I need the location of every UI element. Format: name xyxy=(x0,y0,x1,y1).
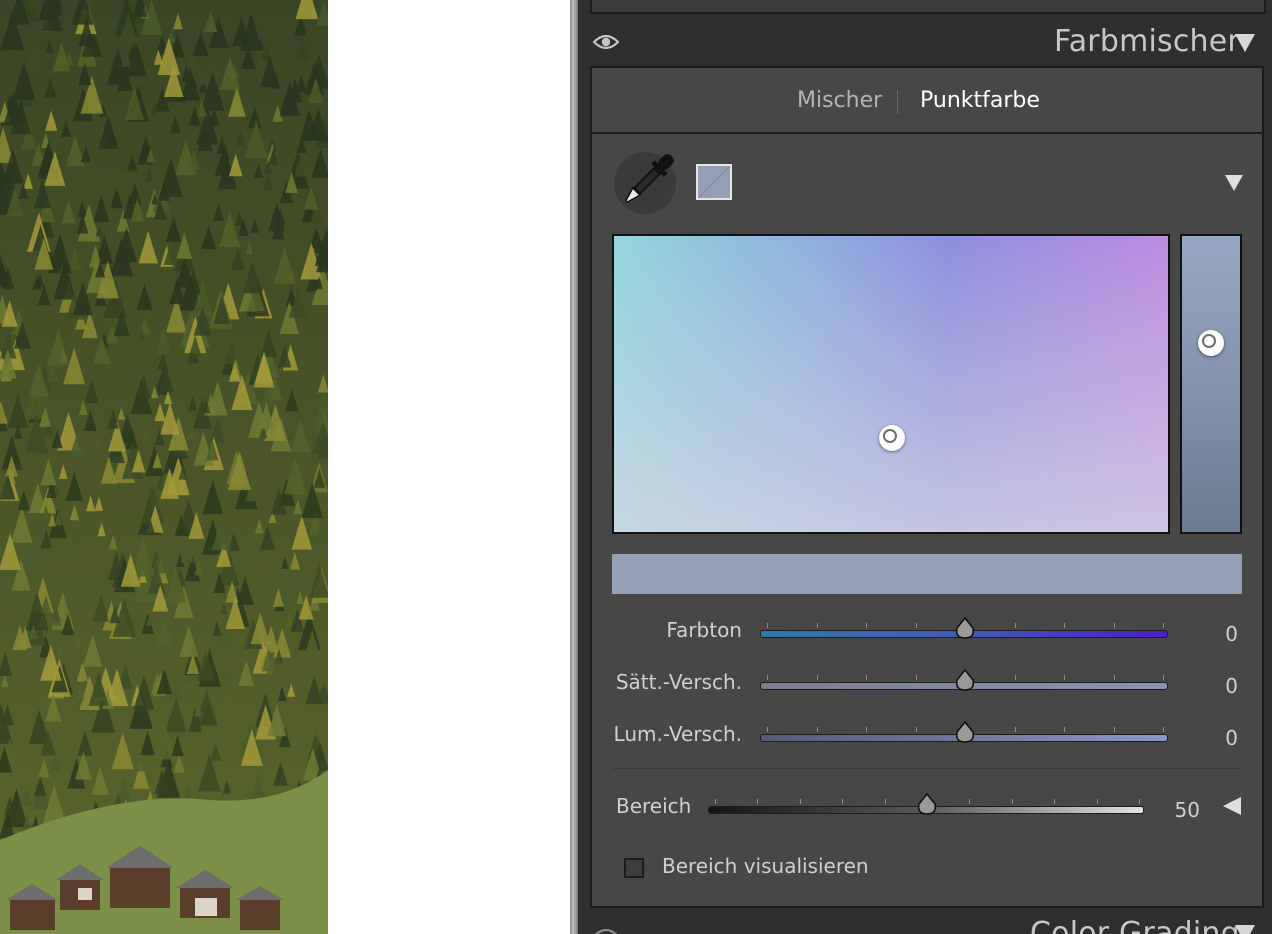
sampled-color-swatch[interactable] xyxy=(696,164,732,200)
saturation-shift-tick xyxy=(916,675,917,680)
color-preview-bar xyxy=(612,554,1242,594)
luminance-shift-tick xyxy=(1163,727,1164,732)
saturation-shift-value[interactable]: 0 xyxy=(1192,674,1238,698)
tab-punktfarbe[interactable]: Punktfarbe xyxy=(920,88,1040,113)
hue-shift-tick xyxy=(817,623,818,628)
slider-label-saturation: Sätt.-Versch. xyxy=(615,670,742,694)
hue-shift-tick xyxy=(767,623,768,628)
hue-sat-handle[interactable] xyxy=(879,425,905,451)
develop-panel: Farbmischer Mischer Punktfarbe Farbton 0… xyxy=(578,0,1272,934)
hue-shift-tick xyxy=(1064,623,1065,628)
hue-shift-value[interactable]: 0 xyxy=(1192,622,1238,646)
range-tick xyxy=(757,799,758,804)
saturation-shift-tick xyxy=(1114,675,1115,680)
panel-divider[interactable] xyxy=(570,0,578,934)
handle-ring xyxy=(1202,334,1216,348)
color-mixer-section: Mischer Punktfarbe Farbton 0 Sätt.-Versc… xyxy=(590,66,1264,908)
section-divider xyxy=(612,768,1242,769)
handle-ring xyxy=(883,429,897,443)
luminance-handle[interactable] xyxy=(1198,330,1224,356)
range-tick xyxy=(800,799,801,804)
range-label: Bereich xyxy=(616,794,692,818)
range-tick xyxy=(1139,799,1140,804)
range-tick xyxy=(1097,799,1098,804)
slider-label-luminance: Lum.-Versch. xyxy=(613,722,742,746)
canvas-background xyxy=(328,0,570,934)
visualize-range-label[interactable]: Bereich visualisieren xyxy=(662,854,869,878)
hue-shift-tick xyxy=(1114,623,1115,628)
luminance-shift-tick xyxy=(767,727,768,732)
range-tick xyxy=(1012,799,1013,804)
luminance-shift-value[interactable]: 0 xyxy=(1192,726,1238,750)
luminance-shift-slider[interactable] xyxy=(760,721,1168,743)
visibility-eye-icon[interactable] xyxy=(593,926,619,934)
photo-preview xyxy=(0,0,328,934)
range-expand-triangle-icon[interactable] xyxy=(1222,796,1242,816)
next-section-title[interactable]: Color Grading xyxy=(1030,916,1240,934)
hue-shift-tick xyxy=(1163,623,1164,628)
luminance-shift-tick xyxy=(817,727,818,732)
saturation-shift-tick xyxy=(1163,675,1164,680)
tab-mischer[interactable]: Mischer xyxy=(797,88,882,113)
luminance-shift-tick xyxy=(1064,727,1065,732)
saturation-shift-tick xyxy=(866,675,867,680)
options-triangle-icon[interactable] xyxy=(1224,174,1244,192)
swatch-diagonal xyxy=(698,166,730,198)
saturation-shift-slider[interactable] xyxy=(760,669,1168,691)
saturation-gradient xyxy=(614,236,1168,532)
luminance-shift-tick xyxy=(916,727,917,732)
saturation-shift-tick xyxy=(1015,675,1016,680)
collapse-triangle-icon[interactable] xyxy=(1234,33,1256,53)
range-tick xyxy=(715,799,716,804)
luminance-shift-tick xyxy=(1114,727,1115,732)
mixer-tab-bar: Mischer Punktfarbe xyxy=(592,68,1262,134)
saturation-shift-tick xyxy=(1064,675,1065,680)
collapse-triangle-icon[interactable] xyxy=(1234,924,1256,934)
range-tick xyxy=(1054,799,1055,804)
hue-shift-tick xyxy=(916,623,917,628)
luminance-bar[interactable] xyxy=(1180,234,1242,534)
hue-shift-slider[interactable] xyxy=(760,617,1168,639)
hue-saturation-field[interactable] xyxy=(612,234,1170,534)
luminance-shift-tick xyxy=(1015,727,1016,732)
hue-shift-tick xyxy=(1015,623,1016,628)
visibility-eye-icon[interactable] xyxy=(593,32,619,52)
range-tick xyxy=(885,799,886,804)
previous-section-end xyxy=(590,0,1266,14)
next-section-header[interactable]: Color Grading xyxy=(578,906,1272,934)
saturation-shift-tick xyxy=(767,675,768,680)
range-tick xyxy=(842,799,843,804)
section-title[interactable]: Farbmischer xyxy=(1054,24,1240,59)
range-value[interactable]: 50 xyxy=(1158,798,1200,822)
eyedropper-button[interactable] xyxy=(614,152,676,214)
saturation-shift-thumb[interactable] xyxy=(954,669,976,693)
hue-shift-tick xyxy=(866,623,867,628)
slider-label-hue: Farbton xyxy=(666,618,742,642)
range-tick xyxy=(969,799,970,804)
eyedropper-icon xyxy=(624,154,674,204)
range-slider[interactable] xyxy=(708,793,1144,815)
range-thumb[interactable] xyxy=(916,793,938,817)
tab-separator xyxy=(897,90,898,114)
luminance-shift-thumb[interactable] xyxy=(954,721,976,745)
visualize-range-checkbox[interactable] xyxy=(624,858,644,878)
luminance-shift-tick xyxy=(866,727,867,732)
saturation-shift-tick xyxy=(817,675,818,680)
hue-shift-thumb[interactable] xyxy=(954,617,976,641)
